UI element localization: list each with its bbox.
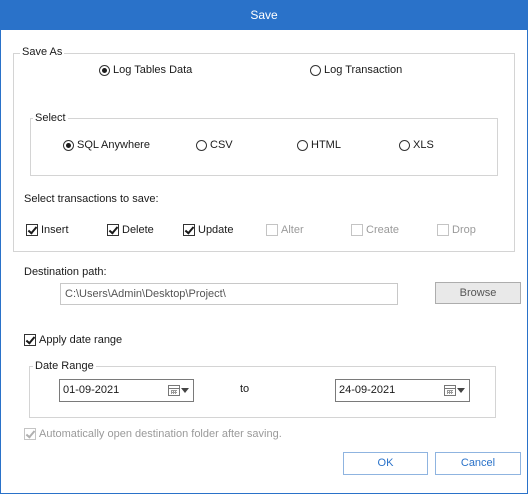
- select-label: Select: [33, 112, 68, 124]
- dropdown-arrow-icon[interactable]: [181, 388, 189, 393]
- checkbox-indicator: [24, 428, 36, 440]
- window-title: Save: [250, 8, 278, 22]
- radio-indicator: [63, 139, 74, 151]
- browse-button[interactable]: Browse: [435, 282, 521, 304]
- radio-indicator: [297, 139, 308, 151]
- radio-label: XLS: [413, 139, 434, 151]
- checkbox-update[interactable]: Update: [183, 224, 233, 236]
- checkbox-alter[interactable]: Alter: [266, 224, 304, 236]
- radio-indicator: [196, 139, 207, 151]
- transactions-label: Select transactions to save:: [24, 193, 159, 205]
- checkbox-indicator: [437, 224, 449, 236]
- checkbox-label: Automatically open destination folder af…: [39, 428, 282, 440]
- radio-label: Log Tables Data: [113, 64, 193, 76]
- to-label: to: [240, 383, 250, 395]
- checkbox-insert[interactable]: Insert: [26, 224, 69, 236]
- calendar-icon[interactable]: [168, 385, 180, 396]
- dropdown-arrow-icon[interactable]: [457, 388, 465, 393]
- radio-label: HTML: [311, 139, 341, 151]
- radio-xls[interactable]: XLS: [399, 139, 434, 151]
- radio-indicator: [310, 64, 321, 76]
- radio-log-tables-data[interactable]: Log Tables Data: [99, 64, 192, 76]
- checkbox-label: Alter: [281, 224, 304, 236]
- date-from-value: 01-09-2021: [63, 384, 120, 396]
- checkbox-indicator: [266, 224, 278, 236]
- checkbox-create[interactable]: Create: [351, 224, 399, 236]
- checkbox-label: Apply date range: [39, 334, 123, 346]
- checkbox-label: Insert: [41, 224, 69, 236]
- title-bar: Save: [0, 0, 528, 30]
- checkbox-label: Update: [198, 224, 234, 236]
- checkbox-auto-open-folder[interactable]: Automatically open destination folder af…: [24, 428, 282, 440]
- checkbox-drop[interactable]: Drop: [437, 224, 476, 236]
- date-to-value: 24-09-2021: [339, 384, 396, 396]
- checkbox-indicator: [26, 224, 38, 236]
- radio-indicator: [99, 64, 110, 76]
- cancel-button[interactable]: Cancel: [435, 452, 521, 475]
- radio-html[interactable]: HTML: [297, 139, 341, 151]
- checkbox-indicator: [183, 224, 195, 236]
- checkbox-indicator: [24, 334, 36, 346]
- radio-label: Log Transaction: [324, 64, 403, 76]
- checkbox-indicator: [107, 224, 119, 236]
- radio-csv[interactable]: CSV: [196, 139, 233, 151]
- radio-label: SQL Anywhere: [77, 139, 150, 151]
- destination-label: Destination path:: [24, 266, 107, 278]
- destination-path-input[interactable]: C:\Users\Admin\Desktop\Project\: [60, 283, 398, 305]
- checkbox-label: Delete: [122, 224, 154, 236]
- radio-label: CSV: [210, 139, 233, 151]
- checkbox-apply-date-range[interactable]: Apply date range: [24, 334, 122, 346]
- calendar-icon[interactable]: [444, 385, 456, 396]
- checkbox-delete[interactable]: Delete: [107, 224, 154, 236]
- save-as-label: Save As: [20, 46, 65, 58]
- radio-sql-anywhere[interactable]: SQL Anywhere: [63, 139, 150, 151]
- radio-log-transaction[interactable]: Log Transaction: [310, 64, 402, 76]
- ok-button[interactable]: OK: [343, 452, 428, 475]
- checkbox-label: Drop: [452, 224, 476, 236]
- checkbox-label: Create: [366, 224, 400, 236]
- date-range-label: Date Range: [33, 360, 96, 372]
- checkbox-indicator: [351, 224, 363, 236]
- radio-indicator: [399, 139, 410, 151]
